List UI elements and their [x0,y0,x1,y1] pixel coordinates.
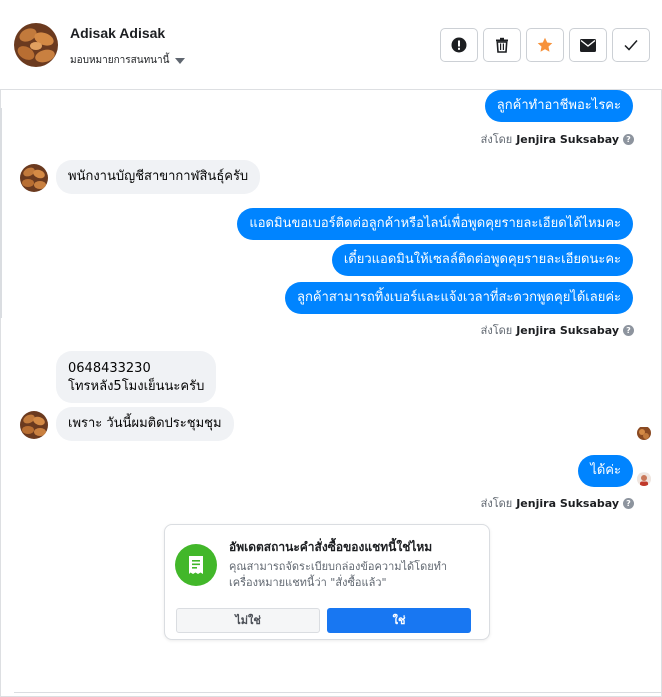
prompt-title: อัพเดตสถานะคำสั่งซื้อของแชทนี้ใช่ไหม [229,540,433,554]
order-receipt-icon [175,544,217,586]
sent-by-label: ส่งโดย Jenjira Suksabay ? [481,130,634,148]
star-button[interactable] [526,28,564,62]
incoming-message: 0648433230 โทรหลัง5โมงเย็นนะครับ [56,351,217,403]
message-line: โทรหลัง5โมงเย็นนะครับ [68,379,205,394]
trash-icon [496,37,508,53]
conversation-header: Adisak Adisak มอบหมายการสนทนานี้ [0,0,662,90]
contact-avatar[interactable] [14,23,58,67]
outgoing-message: เดี๋ยวแอดมินให้เซลล์ติดต่อพูดคุยรายละเอี… [331,244,633,276]
outgoing-message: ได้ค่ะ [578,455,633,487]
incoming-message: เพราะ วันนี้ผมติดประชุมชุม [56,407,234,441]
no-button[interactable]: ไม่ใช่ [176,608,320,633]
contact-avatar-small [20,164,48,192]
outgoing-message: ลูกค้าทำอาชีพอะไรคะ [484,90,633,122]
star-icon [537,37,553,52]
incoming-message: พนักงานบัญชีสาขากาฬสินธุ์ครับ [56,160,261,194]
help-icon[interactable]: ? [623,497,634,509]
check-icon [624,40,638,51]
seen-avatar-icon [637,426,651,440]
sender-name: Jenjira Suksabay [516,132,619,146]
outgoing-message: ลูกค้าสามารถทิ้งเบอร์และแจ้งเวลาที่สะดวก… [285,282,633,314]
contact-name: Adisak Adisak [70,25,166,41]
sent-by-label: ส่งโดย Jenjira Suksabay ? [481,321,634,339]
prompt-description: คุณสามารถจัดระเบียบกล่องข้อความได้โดยทำเ… [229,560,448,589]
assign-conversation-dropdown[interactable]: มอบหมายการสนทนานี้ [70,53,186,68]
mark-unread-button[interactable] [569,28,607,62]
contact-avatar-small [20,411,48,439]
assign-label: มอบหมายการสนทนานี้ [70,55,170,66]
sender-name: Jenjira Suksabay [516,496,619,510]
sent-by-label: ส่งโดย Jenjira Suksabay ? [481,494,634,512]
yes-button[interactable]: ใช่ [327,608,471,633]
mark-spam-button[interactable] [440,28,478,62]
sent-by-prefix: ส่งโดย [480,324,513,337]
mark-done-button[interactable] [612,28,650,62]
sent-by-prefix: ส่งโดย [480,133,513,146]
help-icon[interactable]: ? [623,324,634,336]
sent-by-prefix: ส่งโดย [480,497,513,510]
message-line: 0648433230 [68,361,151,376]
envelope-icon [580,38,596,52]
order-status-prompt: อัพเดตสถานะคำสั่งซื้อของแชทนี้ใช่ไหม คุณ… [164,524,490,640]
outgoing-message: แอดมินขอเบอร์ติดต่อลูกค้าหรือไลน์เพื่อพู… [237,208,633,240]
caret-down-icon [175,57,186,64]
scrollbar-track[interactable] [0,108,2,318]
header-actions [440,28,650,62]
delete-button[interactable] [483,28,521,62]
alert-icon [451,37,467,53]
agent-avatar-icon [637,472,651,486]
composer-divider [14,692,662,693]
sender-name: Jenjira Suksabay [516,323,619,337]
help-icon[interactable]: ? [623,133,634,145]
